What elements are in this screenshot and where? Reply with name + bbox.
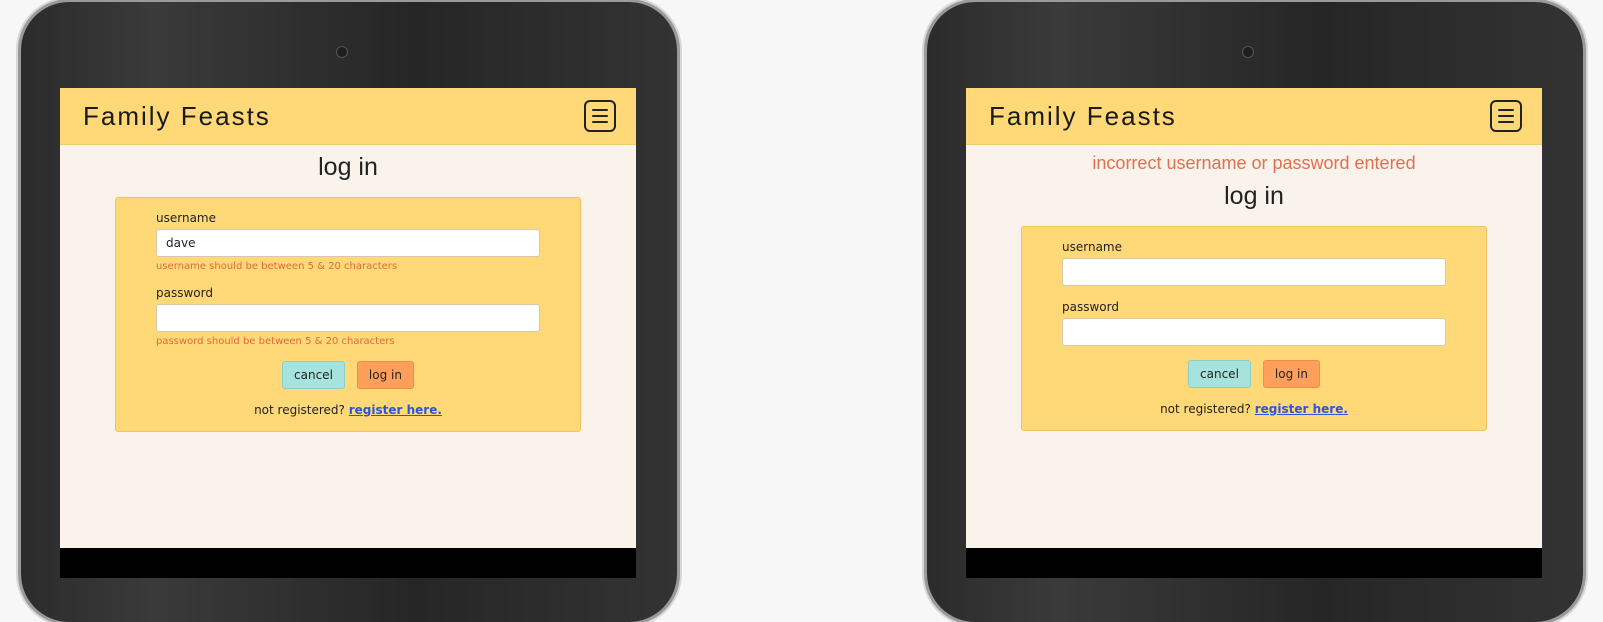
bottom-bar	[60, 548, 636, 578]
username-group: username	[1062, 240, 1446, 286]
menu-line	[592, 115, 608, 117]
cancel-button[interactable]: cancel	[1188, 360, 1251, 388]
register-link[interactable]: register here.	[349, 403, 442, 417]
password-group: password password should be between 5 & …	[156, 286, 540, 347]
button-row: cancel log in	[1062, 360, 1446, 388]
tablet-screen-left: Family Feasts log in username username s…	[60, 88, 636, 578]
tablet-screen-right: Family Feasts incorrect username or pass…	[966, 88, 1542, 578]
register-prompt: not registered?	[254, 403, 345, 417]
page-title: log in	[1224, 182, 1284, 210]
login-button[interactable]: log in	[1262, 360, 1320, 388]
username-label: username	[156, 211, 216, 225]
camera-icon	[336, 46, 348, 58]
page-title: log in	[318, 153, 378, 181]
button-row: cancel log in	[156, 361, 540, 389]
password-input[interactable]	[156, 304, 540, 332]
navbar: Family Feasts	[60, 88, 636, 145]
tablet-frame-right: Family Feasts incorrect username or pass…	[927, 2, 1583, 622]
camera-icon	[1242, 46, 1254, 58]
login-form: username password cancel log in not regi…	[1021, 226, 1487, 431]
menu-line	[592, 109, 608, 111]
hamburger-menu-icon[interactable]	[1490, 100, 1522, 132]
menu-line	[1498, 121, 1514, 123]
bottom-bar	[966, 548, 1542, 578]
menu-line	[592, 121, 608, 123]
brand-logo[interactable]: Family Feasts	[989, 101, 1177, 132]
register-prompt: not registered?	[1160, 402, 1251, 416]
password-label: password	[156, 286, 213, 300]
brand-logo[interactable]: Family Feasts	[83, 101, 271, 132]
username-input[interactable]	[1062, 258, 1446, 286]
register-line: not registered? register here.	[1062, 402, 1446, 416]
username-label: username	[1062, 240, 1122, 254]
menu-line	[1498, 115, 1514, 117]
password-error: password should be between 5 & 20 charac…	[156, 336, 395, 347]
password-label: password	[1062, 300, 1119, 314]
password-group: password	[1062, 300, 1446, 346]
tablet-frame-left: Family Feasts log in username username s…	[21, 2, 677, 622]
register-line: not registered? register here.	[156, 403, 540, 417]
username-error: username should be between 5 & 20 charac…	[156, 261, 398, 272]
hamburger-menu-icon[interactable]	[584, 100, 616, 132]
login-form: username username should be between 5 & …	[115, 197, 581, 432]
navbar: Family Feasts	[966, 88, 1542, 145]
password-input[interactable]	[1062, 318, 1446, 346]
username-input[interactable]	[156, 229, 540, 257]
cancel-button[interactable]: cancel	[282, 361, 345, 389]
username-group: username username should be between 5 & …	[156, 211, 540, 272]
login-error-message: incorrect username or password entered	[1092, 153, 1416, 173]
register-link[interactable]: register here.	[1255, 402, 1348, 416]
menu-line	[1498, 109, 1514, 111]
login-button[interactable]: log in	[356, 361, 414, 389]
